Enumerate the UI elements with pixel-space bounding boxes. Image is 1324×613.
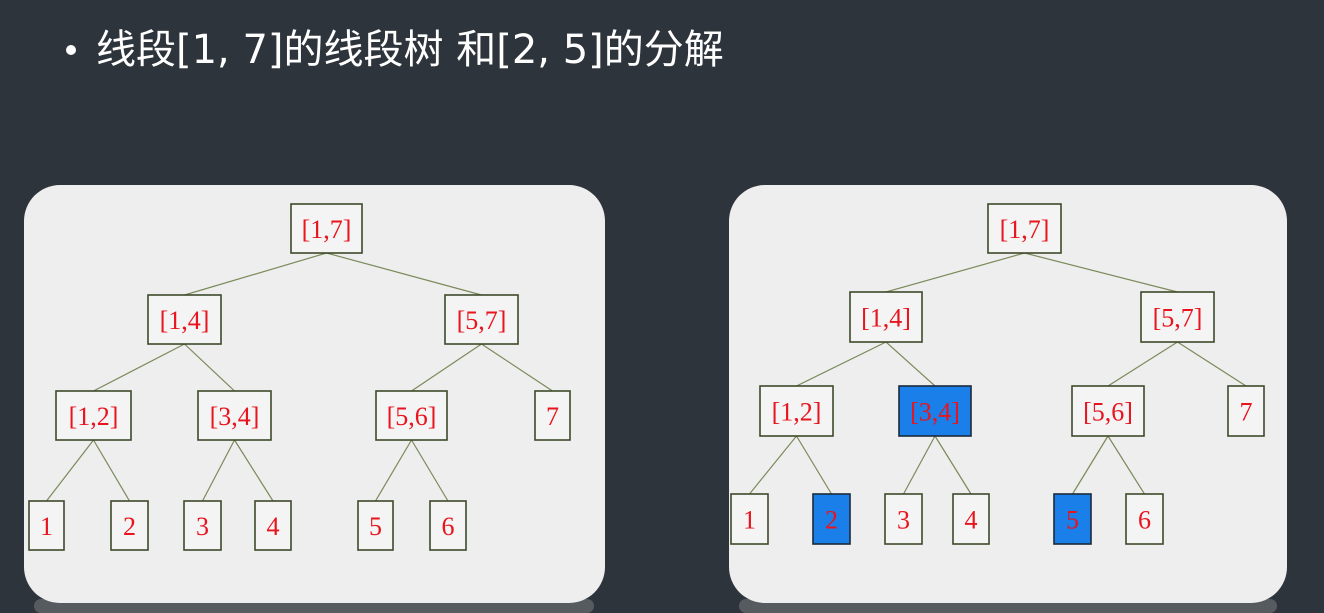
tree-node-label: 6 <box>1138 506 1151 535</box>
tree-node-right-highlighted: [3,4] <box>898 385 972 437</box>
slide-title: 线段[1, 7]的线段树 和[2, 5]的分解 <box>62 22 724 78</box>
tree-edge-left <box>411 343 482 392</box>
tree-node-label: [1,4] <box>160 306 210 335</box>
tree-node-label: 2 <box>825 506 838 535</box>
tree-node-left: 1 <box>28 500 65 551</box>
tree-node-label: [1,7] <box>302 215 352 244</box>
segment-tree-panel-right: [1,7] [1,4] [5,7] [1,2] [3,4] [5,6] 7 1 2 3 4 5 6 <box>729 185 1287 603</box>
bullet-icon <box>66 45 76 55</box>
tree-node-left: 4 <box>254 500 292 551</box>
tree-node-right: 3 <box>884 493 923 545</box>
tree-edge-left <box>201 439 236 502</box>
tree-edge-right <box>1107 435 1146 495</box>
tree-edge-right <box>902 435 936 495</box>
tree-node-right: [1,2] <box>759 385 834 437</box>
tree-edge-right <box>796 341 887 387</box>
tree-node-right: 7 <box>1227 385 1265 437</box>
tree-node-right: [1,4] <box>849 291 923 343</box>
tree-node-left: 7 <box>534 390 571 441</box>
tree-node-label: 5 <box>1066 506 1079 535</box>
tree-node-label: 1 <box>40 512 53 541</box>
tree-node-right: [5,7] <box>1140 291 1215 343</box>
slide-title-text: 线段[1, 7]的线段树 和[2, 5]的分解 <box>96 27 724 73</box>
tree-edge-right <box>885 252 1025 293</box>
tree-edge-right <box>749 435 797 495</box>
tree-edge-left <box>184 252 327 296</box>
tree-edge-left <box>93 343 185 392</box>
tree-node-label: 1 <box>743 506 756 535</box>
tree-node-label: 7 <box>1240 398 1253 427</box>
tree-node-label: [5,6] <box>1083 398 1133 427</box>
segment-tree-decomposition-diagram: [1,7] [1,4] [5,7] [1,2] [3,4] [5,6] 7 1 2 3 4 5 6 <box>730 203 1265 545</box>
tree-node-right: [1,7] <box>987 203 1062 254</box>
tree-node-left: [1,4] <box>147 294 222 345</box>
tree-node-label: 3 <box>196 512 209 541</box>
tree-node-left: 5 <box>357 500 394 551</box>
tree-node-left: 3 <box>183 500 222 551</box>
tree-node-label: 7 <box>546 402 559 431</box>
tree-node-label: [1,7] <box>1000 215 1050 244</box>
tree-node-label: 5 <box>369 512 382 541</box>
tree-edge-left <box>92 439 131 502</box>
tree-edge-left <box>374 439 413 502</box>
tree-edge-right <box>885 341 936 387</box>
tree-edge-left <box>410 439 449 502</box>
tree-node-label: [1,2] <box>69 402 119 431</box>
tree-edge-right <box>1107 341 1178 387</box>
tree-node-left: [5,6] <box>375 390 448 441</box>
tree-node-label: [3,4] <box>910 398 960 427</box>
tree-node-right-highlighted: 5 <box>1053 493 1092 545</box>
tree-edge-right <box>1177 341 1247 387</box>
tree-node-right: 1 <box>730 493 769 545</box>
tree-node-label: [5,7] <box>457 306 507 335</box>
segment-tree-panel-left: [1,7] [1,4] [5,7] [1,2] [3,4] [5,6] 7 1 2 3 4 5 6 <box>24 185 605 603</box>
tree-edge-right <box>934 435 972 495</box>
tree-edge-left <box>184 343 235 392</box>
tree-node-left: 6 <box>429 500 467 551</box>
tree-node-label: 6 <box>442 512 455 541</box>
tree-node-label: 3 <box>897 506 910 535</box>
tree-node-label: [1,4] <box>861 304 911 333</box>
tree-node-left: [1,7] <box>290 203 363 254</box>
tree-node-label: [1,2] <box>772 398 822 427</box>
tree-node-right: [5,6] <box>1071 385 1145 437</box>
tree-node-left: [3,4] <box>197 390 272 441</box>
tree-edge-right <box>795 435 833 495</box>
tree-edge-left <box>46 439 94 502</box>
tree-node-label: [3,4] <box>210 402 260 431</box>
tree-node-label: 4 <box>965 506 978 535</box>
tree-edge-left <box>326 252 482 296</box>
tree-node-label: [5,6] <box>387 402 437 431</box>
tree-edge-left <box>233 439 274 502</box>
tree-edge-right <box>1024 252 1178 293</box>
tree-edge-left <box>481 343 553 392</box>
tree-node-right: 4 <box>952 493 990 545</box>
tree-node-label: [5,7] <box>1153 304 1203 333</box>
tree-node-left: [1,2] <box>55 390 132 441</box>
tree-node-label: 4 <box>267 512 280 541</box>
tree-node-right-highlighted: 2 <box>812 493 851 545</box>
segment-tree-diagram-left: [1,7] [1,4] [5,7] [1,2] [3,4] [5,6] 7 1 2 3 4 5 6 <box>28 203 571 551</box>
tree-node-left: 2 <box>110 500 149 551</box>
tree-node-right: 6 <box>1125 493 1164 545</box>
tree-edge-right <box>1071 435 1109 495</box>
tree-node-label: 2 <box>123 512 136 541</box>
tree-node-left: [5,7] <box>444 294 519 345</box>
